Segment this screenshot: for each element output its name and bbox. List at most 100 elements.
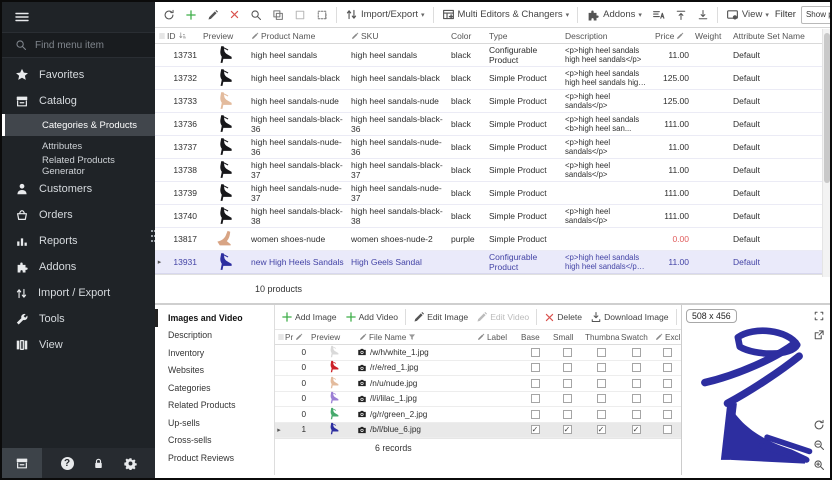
checkbox-thumbnail[interactable] <box>583 410 619 419</box>
tab-description[interactable]: Description <box>155 327 274 345</box>
sidebar-subitem-related-products-generator[interactable]: Related Products Generator <box>2 156 155 176</box>
sidebar-item-tools[interactable]: Tools <box>2 306 155 332</box>
edit-product-button[interactable] <box>203 6 223 24</box>
column-header-swatch[interactable]: Swatch <box>619 333 653 342</box>
checkbox-exclude[interactable] <box>653 410 681 419</box>
column-header-attribute-set-name[interactable]: Attribute Set Name <box>730 31 821 41</box>
product-row-13817[interactable]: 13817women shoes-nudewomen shoes-nude-2p… <box>155 228 830 251</box>
checkbox-small[interactable] <box>551 348 583 357</box>
column-header-color[interactable]: Color <box>448 31 486 41</box>
checkbox-thumbnail[interactable] <box>583 379 619 388</box>
checkbox-swatch[interactable] <box>619 394 653 403</box>
view-menu[interactable]: View▾ <box>722 5 773 24</box>
filter-select[interactable]: Show products from selected categories▾ <box>801 6 832 24</box>
sidebar-item-catalog[interactable]: Catalog <box>2 88 155 114</box>
add-image-button[interactable]: Add Image <box>278 309 340 325</box>
products-grid-scrollbar[interactable] <box>822 29 830 277</box>
column-header-product-name[interactable]: Product Name <box>248 31 348 41</box>
column-header-base[interactable]: Base <box>519 333 551 342</box>
column-header-preview[interactable]: Preview <box>200 31 248 41</box>
sidebar-subitem-attributes[interactable]: Attributes <box>2 136 155 156</box>
column-header-id[interactable]: ID <box>164 31 200 41</box>
column-header-preview[interactable]: Preview <box>309 333 357 342</box>
checkbox-base[interactable] <box>519 363 551 372</box>
checkbox-base[interactable] <box>519 379 551 388</box>
addons-menu[interactable]: Addons▾ <box>582 5 646 25</box>
tab-product-reviews[interactable]: Product Reviews <box>155 449 274 467</box>
sidebar-item-addons[interactable]: Addons <box>2 254 155 280</box>
import-export-menu[interactable]: Import/Export▾ <box>341 5 429 24</box>
image-row-nude.jpg[interactable]: 0/n/u/nude.jpg <box>275 376 681 392</box>
checkbox-thumbnail[interactable] <box>583 394 619 403</box>
product-row-13737[interactable]: 13737high heel sandals-nude-36high heel … <box>155 136 830 159</box>
lock-button[interactable] <box>92 457 105 470</box>
paste-special-button[interactable] <box>312 6 332 24</box>
filter-funnel-icon[interactable] <box>408 333 416 341</box>
column-header-price[interactable]: Price <box>652 31 692 41</box>
image-row-lilac_1.jpg[interactable]: 0/l/i/lilac_1.jpg <box>275 392 681 408</box>
add-product-button[interactable] <box>181 6 201 24</box>
checkbox-thumbnail[interactable]: ✓ <box>583 425 619 434</box>
delete-image-button[interactable]: Delete <box>541 310 585 325</box>
column-header-sku[interactable]: SKU <box>348 31 448 41</box>
product-row-13739[interactable]: 13739high heel sandals-nude-37high heel … <box>155 182 830 205</box>
select-button[interactable] <box>290 6 310 24</box>
edit-image-button[interactable]: Edit Image <box>410 309 471 325</box>
search-products-button[interactable] <box>246 6 266 24</box>
tab-cross-sells[interactable]: Cross-sells <box>155 432 274 450</box>
checkbox-swatch[interactable] <box>619 410 653 419</box>
image-row-red_1.jpg[interactable]: 0/r/e/red_1.jpg <box>275 361 681 377</box>
image-row-green_2.jpg[interactable]: 0/g/r/green_2.jpg <box>275 407 681 423</box>
add-video-button[interactable]: Add Video <box>342 309 402 325</box>
checkbox-thumbnail[interactable] <box>583 363 619 372</box>
checkbox-thumbnail[interactable] <box>583 348 619 357</box>
checkbox-exclude[interactable] <box>653 394 681 403</box>
column-header-weight[interactable]: Weight <box>692 31 730 41</box>
sidebar-search-input[interactable]: Find menu item <box>2 32 155 58</box>
delete-product-button[interactable] <box>225 6 244 23</box>
column-header-thumbna[interactable]: Thumbna <box>583 333 619 342</box>
product-row-13736[interactable]: 13736high heel sandals-black-36high heel… <box>155 113 830 136</box>
copy-button[interactable] <box>268 6 288 24</box>
checkbox-base[interactable] <box>519 394 551 403</box>
collapse-rows-button[interactable] <box>693 6 713 24</box>
column-header-label[interactable]: Label <box>475 333 519 342</box>
checkbox-swatch[interactable] <box>619 348 653 357</box>
column-header-type[interactable]: Type <box>486 31 562 41</box>
product-row-13731[interactable]: 13731high heel sandalshigh heel sandalsb… <box>155 44 830 67</box>
sidebar-subitem-categories-products[interactable]: Categories & Products <box>2 114 155 136</box>
settings-button[interactable] <box>124 457 137 470</box>
sidebar-item-orders[interactable]: Orders <box>2 202 155 228</box>
column-header[interactable] <box>275 333 283 341</box>
help-button[interactable]: ? <box>61 457 74 470</box>
download-image-button[interactable]: Download Image <box>587 309 672 325</box>
tab-up-sells[interactable]: Up-sells <box>155 414 274 432</box>
checkbox-small[interactable]: ✓ <box>551 425 583 434</box>
product-row-13732[interactable]: 13732high heel sandals-blackhigh heel sa… <box>155 67 830 90</box>
checkbox-small[interactable] <box>551 379 583 388</box>
image-row-white_1.jpg[interactable]: 0/w/h/white_1.jpg <box>275 345 681 361</box>
checkbox-exclude[interactable] <box>653 348 681 357</box>
column-header-file-name[interactable]: File Name <box>357 333 475 342</box>
edit-video-button[interactable]: Edit Video <box>473 309 532 325</box>
column-header-description[interactable]: Description <box>562 31 652 41</box>
refresh-button[interactable] <box>159 6 179 24</box>
checkbox-small[interactable] <box>551 394 583 403</box>
checkbox-exclude[interactable] <box>653 379 681 388</box>
expand-rows-button[interactable] <box>671 6 691 24</box>
column-header[interactable] <box>155 32 164 40</box>
sidebar-item-customers[interactable]: Customers <box>2 176 155 202</box>
product-row-13740[interactable]: 13740high heel sandals-black-38high heel… <box>155 205 830 228</box>
product-row-13931[interactable]: ▸13931new High Heels SandalsHigh Geels S… <box>155 251 830 274</box>
sidebar-item-view[interactable]: View <box>2 332 155 358</box>
tab-websites[interactable]: Websites <box>155 362 274 380</box>
checkbox-swatch[interactable] <box>619 363 653 372</box>
product-row-13733[interactable]: 13733high heel sandals-nudehigh heel san… <box>155 90 830 113</box>
checkbox-exclude[interactable] <box>653 425 681 434</box>
product-row-13738[interactable]: 13738high heel sandals-black-37high heel… <box>155 159 830 182</box>
checkbox-swatch[interactable] <box>619 379 653 388</box>
tab-inventory[interactable]: Inventory <box>155 344 274 362</box>
sidebar-item-import-export[interactable]: Import / Export <box>2 280 155 306</box>
tab-related-products[interactable]: Related Products <box>155 397 274 415</box>
hamburger-menu-icon[interactable] <box>14 9 30 25</box>
